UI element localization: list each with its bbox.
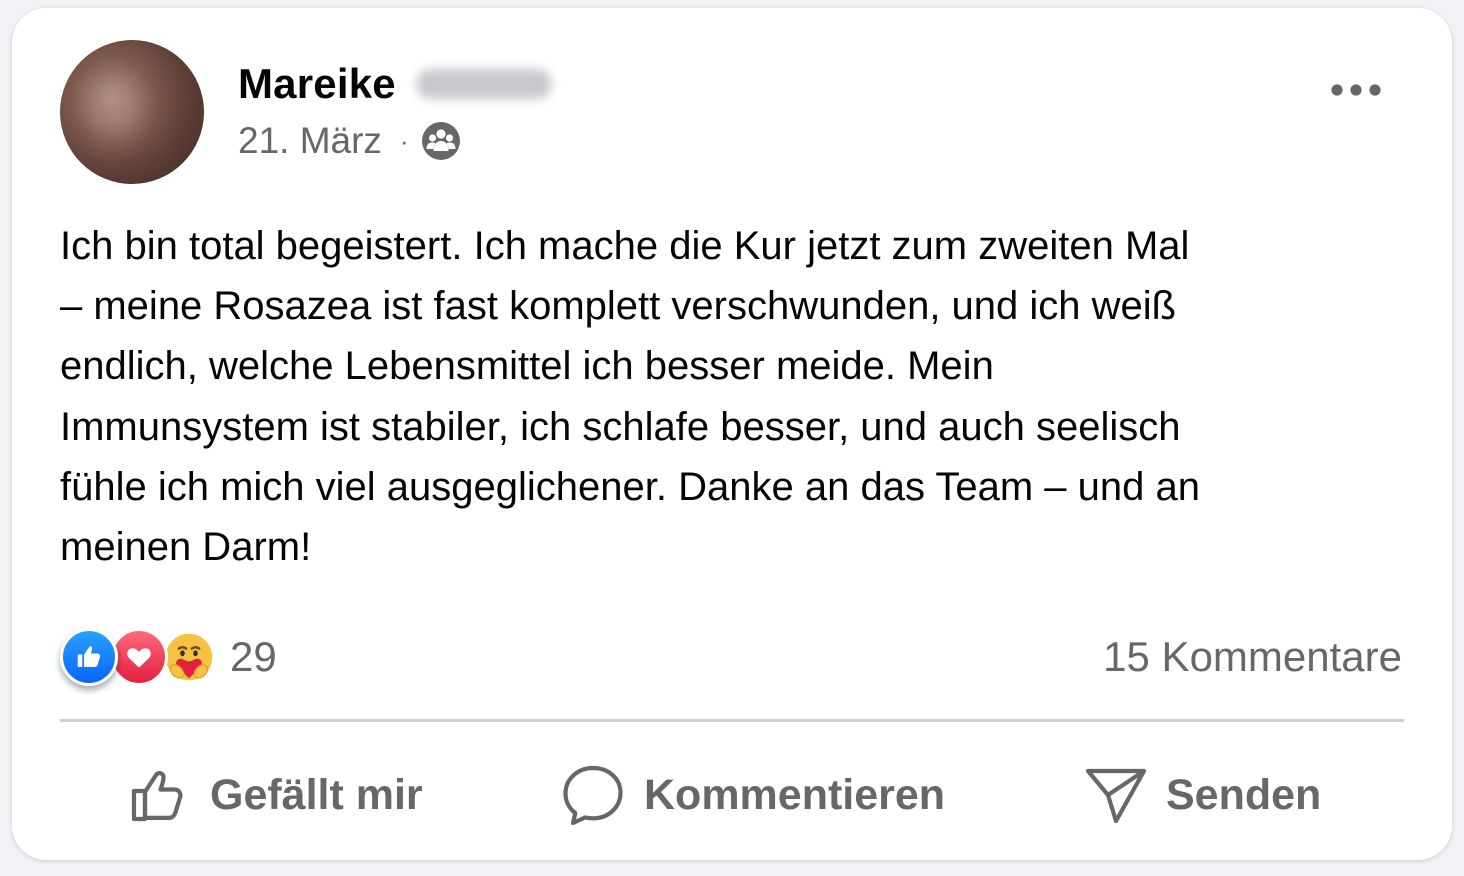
like-button[interactable]: Gefällt mir bbox=[128, 748, 423, 842]
more-options-button[interactable] bbox=[1318, 70, 1394, 110]
author-row: Mareike bbox=[238, 58, 552, 110]
post-meta: 21. März · bbox=[238, 118, 461, 164]
reactions-summary[interactable]: 29 bbox=[60, 624, 277, 690]
send-label: Senden bbox=[1166, 770, 1322, 819]
author-name[interactable]: Mareike bbox=[238, 60, 396, 108]
more-dots-icon bbox=[1331, 84, 1381, 96]
reaction-count: 29 bbox=[230, 633, 277, 680]
redacted-last-name bbox=[415, 69, 552, 99]
divider bbox=[60, 719, 1404, 722]
post-date[interactable]: 21. März bbox=[238, 120, 382, 162]
action-bar: Gefällt mir Kommentieren Senden bbox=[60, 748, 1404, 842]
post-card: Mareike 21. März · Ich bin total begeist… bbox=[12, 8, 1452, 860]
post-text: Ich bin total begeistert. Ich mache die … bbox=[60, 224, 1200, 570]
care-reaction-icon bbox=[160, 628, 218, 686]
like-label: Gefällt mir bbox=[210, 770, 423, 819]
love-reaction-icon bbox=[110, 628, 168, 686]
comments-count-link[interactable]: 15 Kommentare bbox=[1103, 628, 1402, 686]
avatar[interactable] bbox=[60, 40, 204, 184]
comment-bubble-icon bbox=[563, 765, 623, 826]
comment-label: Kommentieren bbox=[644, 770, 946, 819]
group-icon[interactable] bbox=[421, 121, 461, 161]
like-reaction-icon bbox=[60, 628, 118, 686]
send-button[interactable]: Senden bbox=[1084, 748, 1321, 842]
meta-separator: · bbox=[399, 125, 409, 156]
thumbs-up-icon bbox=[131, 771, 183, 822]
comment-button[interactable]: Kommentieren bbox=[560, 748, 945, 842]
send-icon bbox=[1085, 768, 1147, 824]
